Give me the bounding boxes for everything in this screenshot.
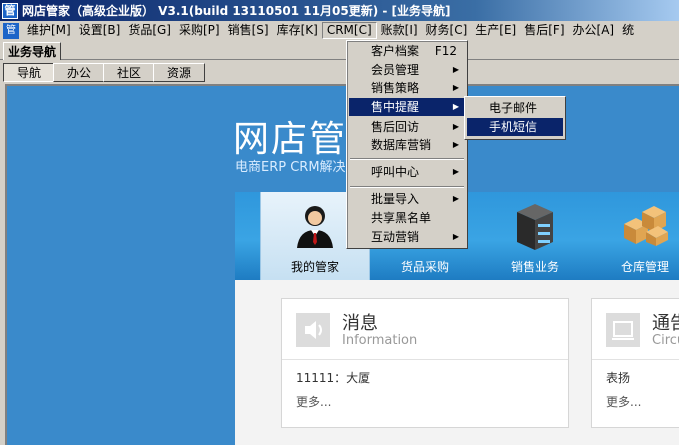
menu-item-label: 呼叫中心 xyxy=(371,165,420,179)
menu-item-label: 互动营销 xyxy=(371,230,420,244)
menu-settings[interactable]: 设置[B] xyxy=(75,22,125,39)
submenu-arrow-icon: ▶ xyxy=(452,140,459,149)
submenu-arrow-icon: ▶ xyxy=(452,122,459,131)
menu-item-database-marketing[interactable]: 数据库营销 ▶ xyxy=(349,136,465,154)
window-title: 网店管家（高级企业版） V3.1(build 13110501 11月05更新)… xyxy=(22,4,451,18)
menu-item-label: 共享黑名单 xyxy=(371,211,432,225)
divider xyxy=(282,359,568,360)
module-label: 货品采购 xyxy=(400,260,449,274)
menu-office[interactable]: 办公[A] xyxy=(569,22,619,39)
sub-tab-bar: 导航 办公 社区 资源 xyxy=(0,61,679,83)
document-tabs: 业务导航 xyxy=(0,40,679,60)
menu-separator xyxy=(350,158,464,160)
app-icon: 管 xyxy=(2,2,18,19)
card-title: 消息 xyxy=(342,313,378,334)
tab-resources[interactable]: 资源 xyxy=(153,63,205,82)
menu-item-customer-files[interactable]: 客户档案 F12 xyxy=(349,42,465,60)
menu-item-label: 售后回访 xyxy=(371,120,420,134)
message-item[interactable]: 11111：大厦 xyxy=(296,369,370,386)
card-subtitle: Circu xyxy=(652,333,679,348)
menu-item-batch-import[interactable]: 批量导入 ▶ xyxy=(349,190,465,208)
module-label: 销售业务 xyxy=(510,260,559,274)
title-bar: 管 网店管家（高级企业版） V3.1(build 13110501 11月05更… xyxy=(0,0,679,21)
tab-business-nav[interactable]: 业务导航 xyxy=(3,42,62,60)
menu-crm[interactable]: CRM[C] xyxy=(321,22,377,39)
module-sales[interactable]: 销售业务 xyxy=(480,192,590,280)
menu-item-in-sale-reminder[interactable]: 售中提醒 ▶ xyxy=(349,98,465,116)
menu-finance[interactable]: 财务[C] xyxy=(422,22,472,39)
menu-maintain[interactable]: 维护[M] xyxy=(23,22,75,39)
notice-item[interactable]: 表扬 xyxy=(606,369,630,386)
menu-inventory[interactable]: 库存[K] xyxy=(273,22,322,39)
menu-item-shared-blacklist[interactable]: 共享黑名单 xyxy=(349,209,465,227)
submenu-arrow-icon: ▶ xyxy=(452,194,459,203)
speaker-icon xyxy=(296,313,330,347)
more-link[interactable]: 更多... xyxy=(606,393,641,410)
submenu-arrow-icon: ▶ xyxy=(452,65,459,74)
more-link[interactable]: 更多... xyxy=(296,393,331,410)
system-menu-icon[interactable]: 管 xyxy=(3,22,19,39)
module-label: 我的管家 xyxy=(290,260,339,274)
menu-item-label: 客户档案 xyxy=(371,44,420,58)
menu-item-interactive-marketing[interactable]: 互动营销 ▶ xyxy=(349,228,465,246)
submenu-item-email[interactable]: 电子邮件 xyxy=(467,99,563,117)
message-card: 消息 Information 11111：大厦 更多... xyxy=(281,298,569,428)
menu-item-sales-strategy[interactable]: 销售策略 ▶ xyxy=(349,79,465,97)
submenu-arrow-icon: ▶ xyxy=(452,167,459,176)
menu-bar: 管 维护[M] 设置[B] 货品[G] 采购[P] 销售[S] 库存[K] CR… xyxy=(0,21,679,40)
dashboard-area: 消息 Information 11111：大厦 更多... 通告 Circu 表… xyxy=(235,280,679,445)
menu-stats[interactable]: 统 xyxy=(618,22,638,39)
menu-purchase[interactable]: 采购[P] xyxy=(175,22,224,39)
crm-dropdown-menu: 客户档案 F12 会员管理 ▶ 销售策略 ▶ 售中提醒 ▶ 售后回访 ▶ 数据库… xyxy=(346,40,468,249)
menu-item-label: 数据库营销 xyxy=(371,138,432,152)
tab-office[interactable]: 办公 xyxy=(53,63,105,82)
menu-production[interactable]: 生产[E] xyxy=(471,22,520,39)
menu-item-call-center[interactable]: 呼叫中心 ▶ xyxy=(349,163,465,181)
tab-navigation[interactable]: 导航 xyxy=(3,63,55,82)
submenu-arrow-icon: ▶ xyxy=(452,83,459,92)
reminder-submenu: 电子邮件 手机短信 xyxy=(464,96,566,140)
card-subtitle: Information xyxy=(342,333,418,348)
menu-item-after-sale-visit[interactable]: 售后回访 ▶ xyxy=(349,118,465,136)
menu-accounts[interactable]: 账款[I] xyxy=(377,22,422,39)
server-icon xyxy=(517,204,553,250)
submenu-arrow-icon: ▶ xyxy=(452,102,459,111)
submenu-item-sms[interactable]: 手机短信 xyxy=(467,118,563,136)
notice-card: 通告 Circu 表扬 更多... xyxy=(591,298,679,428)
menu-item-label: 销售策略 xyxy=(371,81,420,95)
menu-item-label: 批量导入 xyxy=(371,192,420,206)
module-label: 仓库管理 xyxy=(620,260,669,274)
menu-aftersale[interactable]: 售后[F] xyxy=(520,22,568,39)
shortcut-label: F12 xyxy=(434,44,457,58)
card-title: 通告 xyxy=(652,313,679,334)
menu-item-member-mgmt[interactable]: 会员管理 ▶ xyxy=(349,61,465,79)
brand-subtitle: 电商ERP CRM解决 xyxy=(235,160,346,175)
menu-goods[interactable]: 货品[G] xyxy=(124,22,175,39)
content-frame: 网店管家 电商ERP CRM解决 我的管家 货品采购 销售业务 仓库管理 消息 … xyxy=(5,84,679,445)
menu-separator xyxy=(350,186,464,188)
module-warehouse[interactable]: 仓库管理 xyxy=(590,192,679,280)
tab-community[interactable]: 社区 xyxy=(103,63,155,82)
menu-item-label: 会员管理 xyxy=(371,63,420,77)
boxes-icon xyxy=(624,206,668,246)
notice-icon xyxy=(606,313,640,347)
manager-icon xyxy=(297,206,333,248)
divider xyxy=(592,359,679,360)
menu-item-label: 售中提醒 xyxy=(371,100,420,114)
menu-sales[interactable]: 销售[S] xyxy=(224,22,273,39)
submenu-arrow-icon: ▶ xyxy=(452,232,459,241)
